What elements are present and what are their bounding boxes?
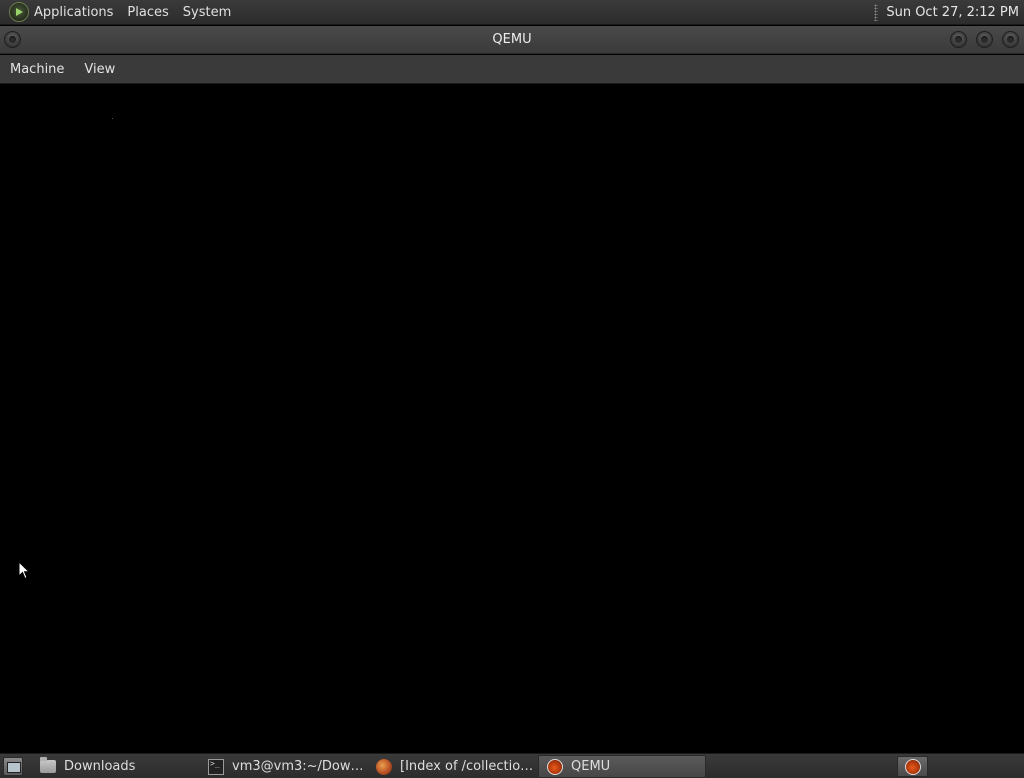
task-qemu[interactable]: QEMU [538,755,706,778]
qemu-window: QEMU Machine View [0,26,1024,752]
show-desktop-button[interactable] [3,757,23,776]
minimize-button[interactable] [950,31,967,48]
task-terminal[interactable]: vm3@vm3:~/Downl... [200,755,370,778]
window-menubar: Machine View [0,55,1024,84]
places-menu[interactable]: Places [120,0,175,25]
applications-logo-icon[interactable] [9,2,29,22]
bottom-taskbar: Downloads vm3@vm3:~/Downl... [Index of /… [0,753,1024,778]
tray-qemu-button[interactable] [897,756,928,777]
vm-display[interactable] [0,85,1024,752]
applications-menu[interactable]: Applications [34,0,120,25]
task-label: vm3@vm3:~/Downl... [232,759,370,774]
qemu-tray-icon [904,758,921,775]
system-menu[interactable]: System [176,0,238,25]
task-downloads[interactable]: Downloads [32,755,202,778]
window-titlebar[interactable]: QEMU [0,26,1024,54]
window-title: QEMU [492,32,532,47]
task-firefox[interactable]: [Index of /collection... [368,755,538,778]
panel-drag-handle[interactable] [874,3,879,21]
qemu-icon [547,758,563,775]
mouse-cursor-icon [18,561,30,580]
top-panel-right: Sun Oct 27, 2:12 PM [874,0,1024,25]
close-button[interactable] [1002,31,1019,48]
machine-menu[interactable]: Machine [0,55,74,84]
task-label: Downloads [64,759,136,774]
maximize-button[interactable] [976,31,993,48]
firefox-icon [376,758,392,775]
clock[interactable]: Sun Oct 27, 2:12 PM [886,5,1024,20]
folder-icon [40,757,56,773]
task-label: QEMU [571,759,611,774]
display-artifact [112,118,113,119]
top-panel: Applications Places System Sun Oct 27, 2… [0,0,1024,25]
view-menu[interactable]: View [74,55,125,84]
terminal-icon [208,758,224,775]
task-label: [Index of /collection... [400,759,538,774]
